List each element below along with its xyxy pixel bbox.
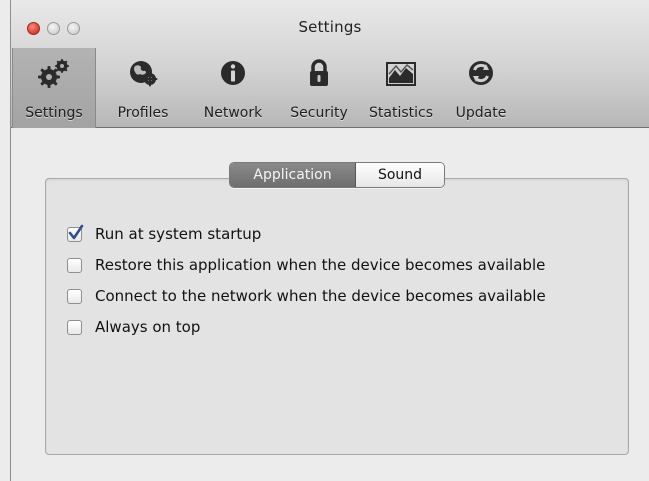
toolbar-item-label: Security — [290, 105, 348, 121]
preferences-toolbar: Settings Profiles Network Security Stati… — [11, 48, 649, 128]
tab-application[interactable]: Application — [230, 163, 356, 187]
toolbar-item-network[interactable]: Network — [191, 48, 275, 128]
option-restore-application[interactable]: Restore this application when the device… — [67, 256, 607, 278]
profiles-globe-icon — [130, 61, 158, 87]
toolbar-item-profiles[interactable]: Profiles — [101, 48, 185, 128]
toolbar-item-security[interactable]: Security — [281, 48, 357, 128]
option-run-at-startup[interactable]: Run at system startup — [67, 224, 397, 247]
settings-window: Settings Settings Profiles Network Secur… — [10, 0, 649, 481]
toolbar-item-label: Network — [203, 105, 263, 121]
window-title: Settings — [298, 18, 362, 36]
tab-sound[interactable]: Sound — [356, 163, 444, 187]
application-settings-panel — [45, 178, 629, 455]
restore-application-checkbox[interactable] — [67, 258, 82, 273]
lock-icon — [310, 59, 328, 86]
run-at-startup-checkbox[interactable] — [67, 224, 84, 242]
info-icon — [221, 61, 245, 85]
option-label: Restore this application when the device… — [95, 256, 546, 274]
chart-icon — [386, 62, 416, 86]
option-always-on-top[interactable]: Always on top — [67, 318, 367, 340]
toolbar-item-label: Profiles — [117, 105, 169, 121]
option-label: Run at system startup — [95, 225, 262, 243]
toolbar-item-statistics[interactable]: Statistics — [360, 48, 442, 128]
toolbar-item-label: Settings — [25, 105, 83, 121]
checkmark-icon — [68, 224, 84, 240]
toolbar-item-settings[interactable]: Settings — [12, 48, 96, 128]
option-label: Connect to the network when the device b… — [95, 287, 546, 305]
always-on-top-checkbox[interactable] — [67, 320, 82, 335]
option-connect-to-network[interactable]: Connect to the network when the device b… — [67, 287, 607, 309]
option-label: Always on top — [95, 318, 201, 336]
toolbar-item-label: Update — [455, 105, 507, 121]
toolbar-item-label: Statistics — [369, 105, 433, 121]
window-titlebar: Settings Settings Profiles Network Secur… — [11, 0, 649, 128]
connect-to-network-checkbox[interactable] — [67, 289, 82, 304]
settings-gears-icon — [38, 59, 69, 88]
update-refresh-icon — [469, 61, 493, 85]
toolbar-item-update[interactable]: Update — [446, 48, 516, 128]
settings-tab-control: Application Sound — [229, 162, 445, 188]
